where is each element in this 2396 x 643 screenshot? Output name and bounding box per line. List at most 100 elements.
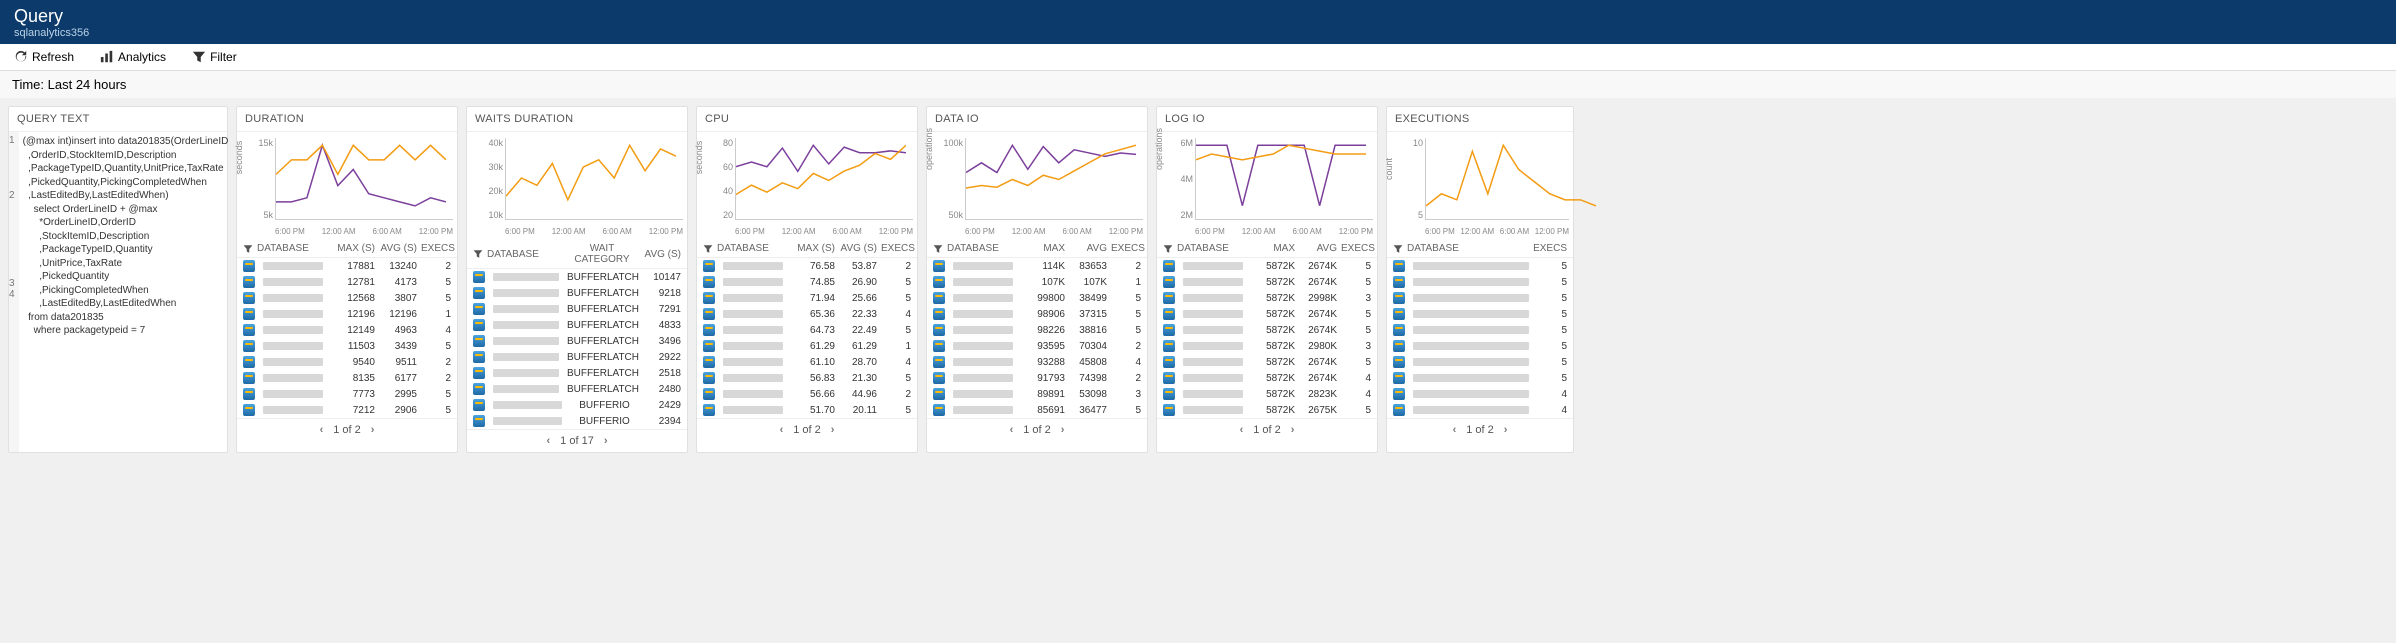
col-database[interactable]: DATABASE xyxy=(947,243,1017,254)
table-row[interactable]: 85691364775 xyxy=(927,402,1147,418)
table-row[interactable]: 5 xyxy=(1387,354,1573,370)
table-row[interactable]: 5872K2998K3 xyxy=(1157,290,1377,306)
col-waitcat[interactable]: WAIT CATEGORY xyxy=(565,243,639,265)
pager-next[interactable]: › xyxy=(1061,424,1065,436)
col-execs[interactable]: EXECS xyxy=(1341,243,1371,254)
table-row[interactable]: BUFFERLATCH9218 xyxy=(467,285,687,301)
col-avg[interactable]: AVG xyxy=(1299,243,1337,254)
column-filter-icon[interactable] xyxy=(1393,244,1403,254)
col-avg[interactable]: AVG (S) xyxy=(643,249,681,260)
column-filter-icon[interactable] xyxy=(703,244,713,254)
table-row[interactable]: 5872K2674K4 xyxy=(1157,370,1377,386)
table-row[interactable]: 74.8526.905 xyxy=(697,274,917,290)
table-row[interactable]: 5 xyxy=(1387,258,1573,274)
pager-prev[interactable]: ‹ xyxy=(1010,424,1014,436)
pager-prev[interactable]: ‹ xyxy=(1453,424,1457,436)
table-row[interactable]: 65.3622.334 xyxy=(697,306,917,322)
table-row[interactable]: BUFFERLATCH2922 xyxy=(467,349,687,365)
table-row[interactable]: 99800384995 xyxy=(927,290,1147,306)
duration-chart[interactable]: seconds 15k5k 6:00 PM12:00 AM6:00 AM12:0… xyxy=(237,132,457,240)
col-avg[interactable]: AVG xyxy=(1069,243,1107,254)
table-row[interactable]: 61.1028.704 xyxy=(697,354,917,370)
column-filter-icon[interactable] xyxy=(933,244,943,254)
table-row[interactable]: 107K107K1 xyxy=(927,274,1147,290)
table-row[interactable]: BUFFERLATCH10147 xyxy=(467,269,687,285)
cpu-chart[interactable]: seconds 80604020 6:00 PM12:00 AM6:00 AM1… xyxy=(697,132,917,240)
col-database[interactable]: DATABASE xyxy=(487,249,561,260)
table-row[interactable]: 5872K2674K5 xyxy=(1157,322,1377,338)
table-row[interactable]: 12196121961 xyxy=(237,306,457,322)
table-row[interactable]: 5 xyxy=(1387,338,1573,354)
table-row[interactable]: 71.9425.665 xyxy=(697,290,917,306)
col-max[interactable]: MAX xyxy=(1251,243,1295,254)
column-filter-icon[interactable] xyxy=(1163,244,1173,254)
table-row[interactable]: 98226388165 xyxy=(927,322,1147,338)
pager-prev[interactable]: ‹ xyxy=(547,435,551,447)
refresh-button[interactable]: Refresh xyxy=(10,48,78,66)
table-row[interactable]: BUFFERIO2394 xyxy=(467,413,687,429)
table-row[interactable]: 5 xyxy=(1387,322,1573,338)
exec-chart[interactable]: count 105 6:00 PM12:00 AM6:00 AM12:00 PM xyxy=(1387,132,1573,240)
col-max[interactable]: MAX (S) xyxy=(791,243,835,254)
col-execs[interactable]: EXECS xyxy=(1111,243,1141,254)
pager-next[interactable]: › xyxy=(604,435,608,447)
table-row[interactable]: 98906373155 xyxy=(927,306,1147,322)
logio-chart[interactable]: operations 6M4M2M 6:00 PM12:00 AM6:00 AM… xyxy=(1157,132,1377,240)
table-row[interactable]: 5 xyxy=(1387,290,1573,306)
dataio-chart[interactable]: operations 100k50k 6:00 PM12:00 AM6:00 A… xyxy=(927,132,1147,240)
table-row[interactable]: 1214949634 xyxy=(237,322,457,338)
table-row[interactable]: 5 xyxy=(1387,306,1573,322)
waits-chart[interactable]: 40k30k20k10k 6:00 PM12:00 AM6:00 AM12:00… xyxy=(467,132,687,240)
table-row[interactable]: 813561772 xyxy=(237,370,457,386)
pager-next[interactable]: › xyxy=(1291,424,1295,436)
table-row[interactable]: 114K836532 xyxy=(927,258,1147,274)
col-max[interactable]: MAX xyxy=(1021,243,1065,254)
table-row[interactable]: 5 xyxy=(1387,370,1573,386)
table-row[interactable]: 721229065 xyxy=(237,402,457,418)
pager-next[interactable]: › xyxy=(1504,424,1508,436)
table-row[interactable]: 5872K2823K4 xyxy=(1157,386,1377,402)
table-row[interactable]: 1256838075 xyxy=(237,290,457,306)
table-row[interactable]: 5872K2674K5 xyxy=(1157,354,1377,370)
table-row[interactable]: 61.2961.291 xyxy=(697,338,917,354)
filter-button[interactable]: Filter xyxy=(188,48,241,66)
table-row[interactable]: 89891530983 xyxy=(927,386,1147,402)
table-row[interactable]: 5872K2980K3 xyxy=(1157,338,1377,354)
col-execs[interactable]: EXECS xyxy=(1527,243,1567,254)
pager-prev[interactable]: ‹ xyxy=(320,424,324,436)
table-row[interactable]: 4 xyxy=(1387,386,1573,402)
table-row[interactable]: BUFFERLATCH2518 xyxy=(467,365,687,381)
table-row[interactable]: 93288458084 xyxy=(927,354,1147,370)
pager-next[interactable]: › xyxy=(371,424,375,436)
table-row[interactable]: BUFFERLATCH4833 xyxy=(467,317,687,333)
col-database[interactable]: DATABASE xyxy=(717,243,787,254)
col-avg[interactable]: AVG (S) xyxy=(379,243,417,254)
table-row[interactable]: 5872K2674K5 xyxy=(1157,274,1377,290)
table-row[interactable]: 5872K2674K5 xyxy=(1157,258,1377,274)
table-row[interactable]: 954095112 xyxy=(237,354,457,370)
table-row[interactable]: BUFFERLATCH3496 xyxy=(467,333,687,349)
col-execs[interactable]: EXECS xyxy=(421,243,451,254)
table-row[interactable]: 5872K2674K5 xyxy=(1157,306,1377,322)
column-filter-icon[interactable] xyxy=(243,244,253,254)
col-max[interactable]: MAX (S) xyxy=(331,243,375,254)
table-row[interactable]: 93595703042 xyxy=(927,338,1147,354)
table-row[interactable]: 777329955 xyxy=(237,386,457,402)
table-row[interactable]: 5872K2675K5 xyxy=(1157,402,1377,418)
table-row[interactable]: 1278141735 xyxy=(237,274,457,290)
col-database[interactable]: DATABASE xyxy=(1177,243,1247,254)
table-row[interactable]: 17881132402 xyxy=(237,258,457,274)
table-row[interactable]: 4 xyxy=(1387,402,1573,418)
table-row[interactable]: 91793743982 xyxy=(927,370,1147,386)
col-database[interactable]: DATABASE xyxy=(1407,243,1523,254)
table-row[interactable]: 51.7020.115 xyxy=(697,402,917,418)
table-row[interactable]: 64.7322.495 xyxy=(697,322,917,338)
pager-next[interactable]: › xyxy=(831,424,835,436)
analytics-button[interactable]: Analytics xyxy=(96,48,170,66)
pager-prev[interactable]: ‹ xyxy=(1240,424,1244,436)
query-code[interactable]: (@max int)insert into data201835(OrderLi… xyxy=(19,132,232,452)
pager-prev[interactable]: ‹ xyxy=(780,424,784,436)
table-row[interactable]: 56.6644.962 xyxy=(697,386,917,402)
column-filter-icon[interactable] xyxy=(473,249,483,259)
table-row[interactable]: 5 xyxy=(1387,274,1573,290)
